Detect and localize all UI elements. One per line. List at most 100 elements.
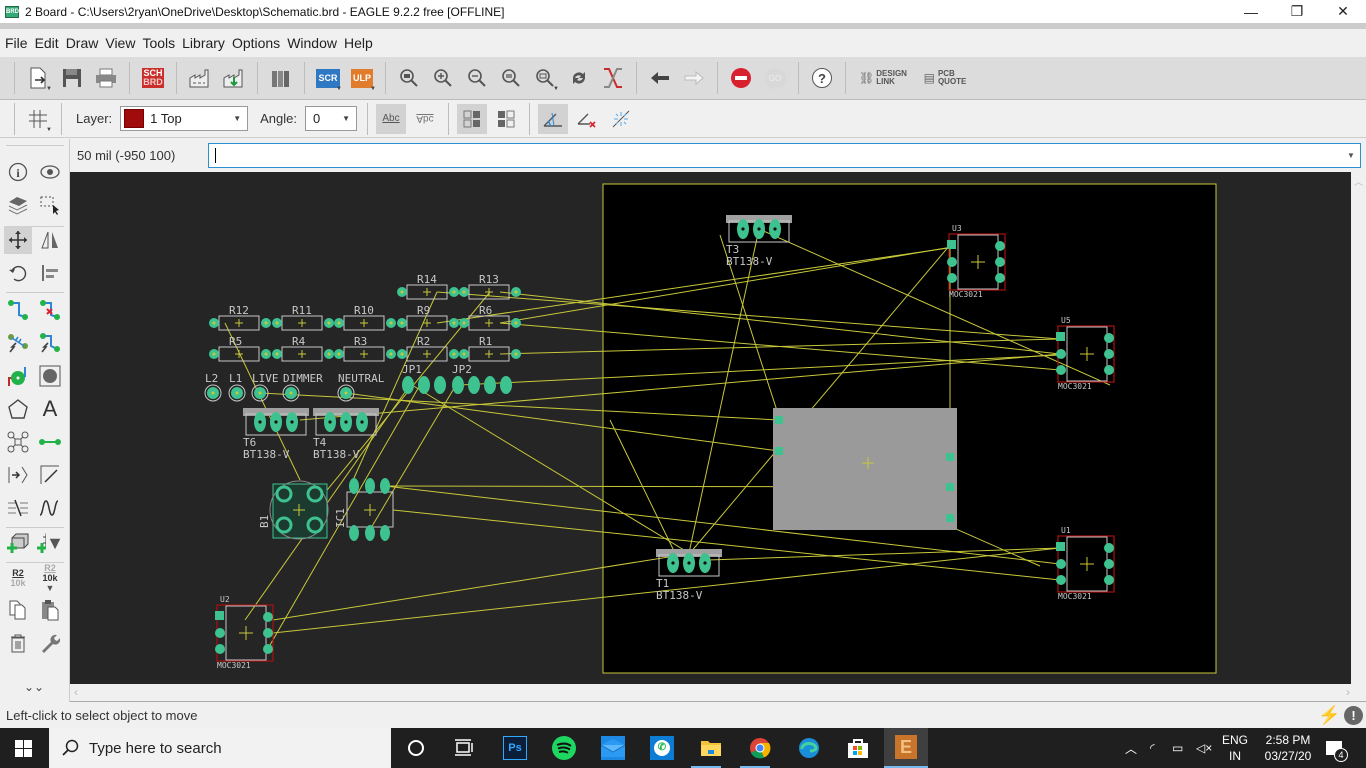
help-button[interactable]: ? bbox=[807, 63, 837, 93]
text-mirror-button[interactable]: Abc bbox=[410, 104, 440, 134]
sch-brd-switch-button[interactable]: SCH BRD bbox=[138, 63, 168, 93]
command-line-input[interactable] bbox=[208, 143, 1361, 168]
align-tool[interactable] bbox=[36, 259, 64, 287]
angle-select[interactable]: 0 ▼ bbox=[305, 106, 358, 131]
menu-tools[interactable]: Tools bbox=[142, 35, 175, 51]
zoom-fit-button[interactable] bbox=[394, 63, 424, 93]
scroll-up-icon[interactable]: ︿ bbox=[1354, 175, 1363, 188]
split-tool[interactable] bbox=[4, 494, 32, 522]
script-button[interactable]: SCR ▼ bbox=[313, 63, 343, 93]
attribute-tool[interactable] bbox=[4, 461, 32, 489]
clock[interactable]: 2:58 PM 03/27/20 bbox=[1258, 728, 1318, 768]
taskbar-spotify[interactable] bbox=[552, 736, 576, 760]
airwire-snap-button[interactable] bbox=[606, 104, 636, 134]
ratsnest-button[interactable] bbox=[598, 63, 628, 93]
go-button[interactable]: GO bbox=[760, 63, 790, 93]
redraw-button[interactable] bbox=[564, 63, 594, 93]
mirror-tool[interactable] bbox=[36, 226, 64, 254]
angle-snap-off-button[interactable] bbox=[572, 104, 602, 134]
menu-draw[interactable]: Draw bbox=[66, 35, 99, 51]
action-center-button[interactable]: 4 bbox=[1326, 728, 1348, 768]
open-button[interactable]: ▼ bbox=[23, 63, 53, 93]
autorouter-tool[interactable] bbox=[36, 329, 64, 357]
undo-button[interactable] bbox=[645, 63, 675, 93]
hole-tool[interactable] bbox=[36, 362, 64, 390]
taskbar-mail[interactable] bbox=[601, 736, 625, 760]
lightning-icon[interactable]: ⚡ bbox=[1318, 705, 1340, 726]
zoom-select-button[interactable]: ▼ bbox=[530, 63, 560, 93]
layer-select[interactable]: 1 Top ▼ bbox=[120, 106, 249, 131]
meander-tool[interactable] bbox=[36, 494, 64, 522]
taskbar-search-box[interactable]: Type here to search bbox=[49, 728, 391, 768]
library-manager-button[interactable] bbox=[266, 63, 296, 93]
miter-tool[interactable] bbox=[36, 461, 64, 489]
taskbar-photoshop[interactable]: Ps bbox=[503, 736, 527, 760]
angle-snap-button[interactable] bbox=[538, 103, 569, 134]
save-button[interactable] bbox=[57, 63, 87, 93]
pcb-quote-button[interactable]: ▤ PCB QUOTE bbox=[920, 63, 970, 93]
add-gate-button[interactable]: ▼ bbox=[36, 529, 64, 557]
add-part-button[interactable] bbox=[4, 529, 32, 557]
grid-button[interactable]: ▼ bbox=[23, 104, 53, 134]
align-grid-alt-button[interactable] bbox=[491, 104, 521, 134]
design-link-button[interactable]: ⛓ DESIGN LINK bbox=[856, 63, 910, 93]
name-tool[interactable]: R2 10k bbox=[4, 564, 32, 592]
zoom-in-button[interactable] bbox=[428, 63, 458, 93]
language-indicator[interactable]: ENG IN bbox=[1222, 728, 1248, 768]
cortana-button[interactable] bbox=[404, 736, 428, 760]
fanout-tool[interactable] bbox=[4, 329, 32, 357]
scroll-left-icon[interactable]: ‹ bbox=[74, 685, 78, 699]
task-view-button[interactable] bbox=[452, 736, 476, 760]
menu-help[interactable]: Help bbox=[344, 35, 373, 51]
start-button[interactable] bbox=[15, 740, 32, 757]
scroll-right-icon[interactable]: › bbox=[1346, 685, 1350, 699]
delete-tool[interactable] bbox=[4, 629, 32, 657]
battery-icon[interactable]: ▭ bbox=[1172, 728, 1183, 768]
taskbar-store[interactable] bbox=[846, 736, 870, 760]
redo-button[interactable] bbox=[679, 63, 709, 93]
show-hidden-icons-button[interactable]: ︿ bbox=[1125, 728, 1137, 768]
taskbar-eagle-active[interactable]: E bbox=[884, 728, 928, 768]
vertical-scrollbar[interactable]: ︿ bbox=[1351, 172, 1366, 684]
info-button[interactable]: i bbox=[4, 158, 32, 186]
paste-tool[interactable] bbox=[36, 596, 64, 624]
layer-settings-button[interactable] bbox=[4, 191, 32, 219]
via-tool[interactable] bbox=[4, 362, 32, 390]
volume-muted-icon[interactable]: ◁× bbox=[1196, 728, 1212, 768]
taskbar-file-explorer[interactable] bbox=[699, 736, 723, 760]
expand-toolbox-button[interactable]: ⌄⌄ bbox=[20, 673, 48, 701]
warning-icon[interactable]: ! bbox=[1344, 706, 1363, 725]
board-canvas[interactable]: R14 R13 R12 R11 R10 R9 R6 R5 R4 R3 R2 R1 L2 L1 LIVE DIM… bbox=[70, 172, 1351, 684]
horizontal-scrollbar[interactable]: ‹ › bbox=[70, 684, 1366, 702]
ripup-tool[interactable] bbox=[36, 296, 64, 324]
copy-tool[interactable] bbox=[4, 596, 32, 624]
group-select-button[interactable] bbox=[36, 191, 64, 219]
value-tool[interactable]: R2 10k ▼ bbox=[36, 563, 64, 593]
zoom-out-button[interactable] bbox=[462, 63, 492, 93]
rotate-tool[interactable] bbox=[4, 259, 32, 287]
menu-edit[interactable]: Edit bbox=[35, 35, 59, 51]
manufacturing-export-button[interactable] bbox=[219, 63, 249, 93]
move-tool[interactable] bbox=[4, 226, 32, 254]
taskbar-whatsapp[interactable]: ✆ bbox=[650, 736, 674, 760]
close-button[interactable]: ✕ bbox=[1320, 0, 1366, 23]
cam-processor-button[interactable] bbox=[185, 63, 215, 93]
taskbar-chrome[interactable] bbox=[748, 736, 772, 760]
command-history-dropdown[interactable]: ▼ bbox=[1347, 151, 1355, 160]
text-normal-button[interactable]: Abc bbox=[376, 103, 407, 134]
menu-file[interactable]: File bbox=[5, 35, 28, 51]
taskbar-edge[interactable] bbox=[797, 736, 821, 760]
zoom-redraw-button[interactable] bbox=[496, 63, 526, 93]
menu-view[interactable]: View bbox=[105, 35, 135, 51]
stop-button[interactable] bbox=[726, 63, 756, 93]
maximize-button[interactable]: ❐ bbox=[1274, 0, 1320, 23]
align-grid-button[interactable] bbox=[457, 103, 488, 134]
wire-tool[interactable] bbox=[36, 428, 64, 456]
route-tool[interactable] bbox=[4, 296, 32, 324]
ulp-button[interactable]: ULP ▼ bbox=[347, 63, 377, 93]
menu-options[interactable]: Options bbox=[232, 35, 280, 51]
polygon-tool[interactable] bbox=[4, 395, 32, 423]
change-tool[interactable] bbox=[36, 629, 64, 657]
minimize-button[interactable]: — bbox=[1228, 0, 1274, 23]
signal-tool[interactable] bbox=[4, 428, 32, 456]
